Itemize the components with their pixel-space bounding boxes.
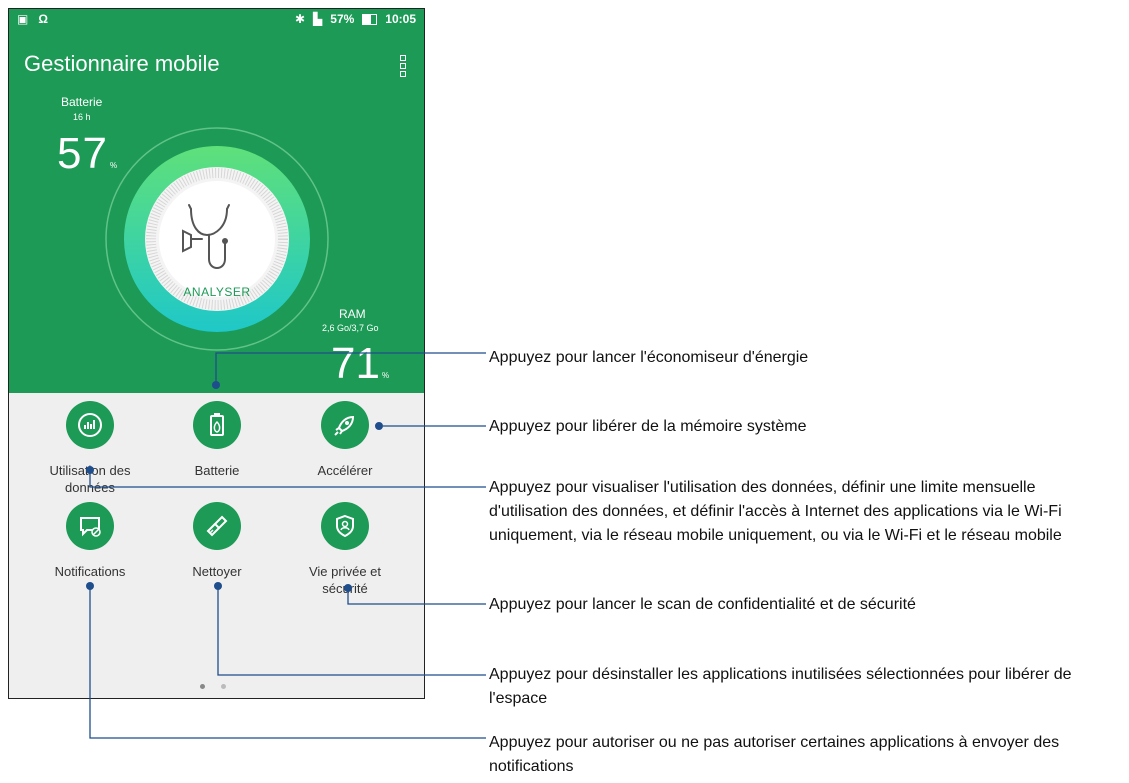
callout-power-saver: Appuyez pour lancer l'économiseur d'éner… bbox=[489, 349, 809, 366]
callout-cleanup: Appuyez pour désinstaller les applicatio… bbox=[489, 666, 1072, 707]
callout-memory-boost: Appuyez pour libérer de la mémoire systè… bbox=[489, 418, 807, 435]
callout-notifications: Appuyez pour autoriser ou ne pas autoris… bbox=[489, 734, 1060, 775]
callout-privacy-scan: Appuyez pour lancer le scan de confident… bbox=[489, 596, 916, 613]
callout-data-usage: Appuyez pour visualiser l'utilisation de… bbox=[489, 479, 1062, 544]
